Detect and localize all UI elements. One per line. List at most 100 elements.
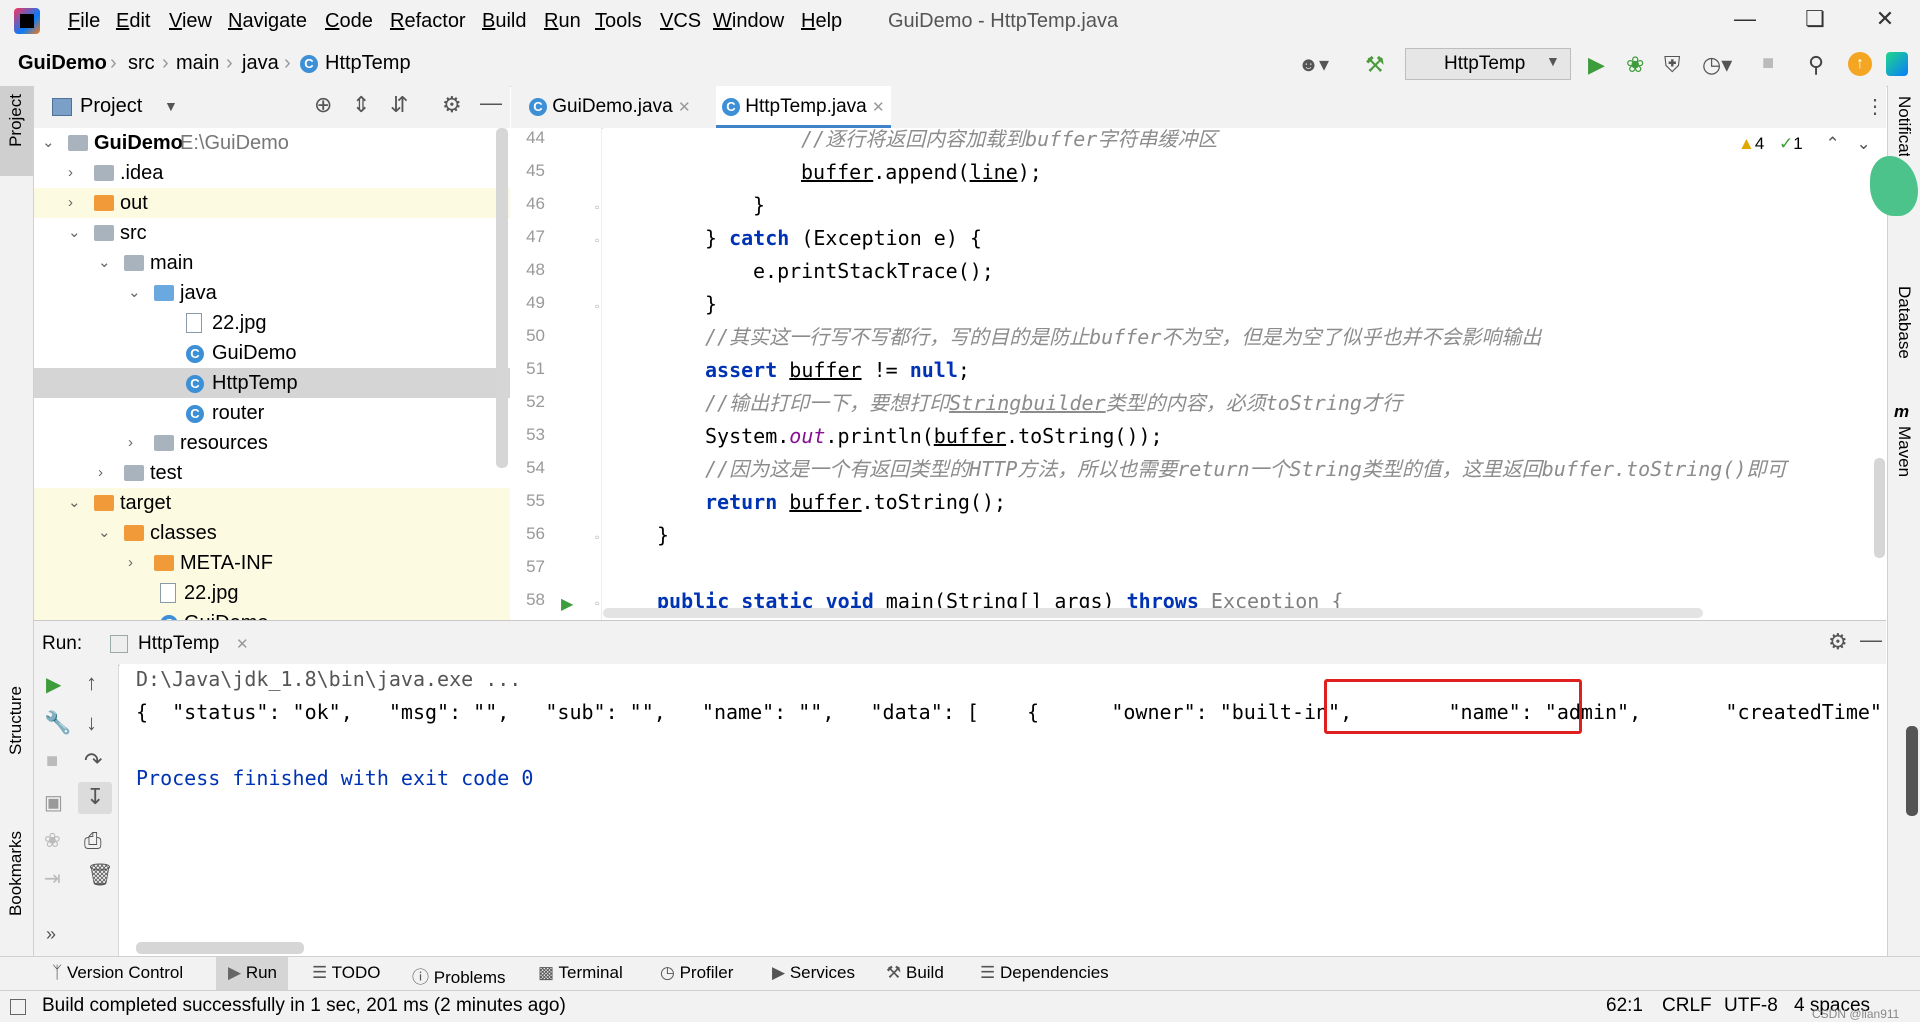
exit-icon[interactable]: ⇥ <box>44 866 61 891</box>
tree-item[interactable]: ⌄ java <box>34 278 510 308</box>
menu-help[interactable]: Help <box>801 10 842 33</box>
close-window-icon[interactable]: ✕ <box>1865 6 1905 36</box>
close-icon[interactable]: ✕ <box>678 99 691 116</box>
menu-file[interactable]: File <box>68 10 100 33</box>
project-tool-tab[interactable]: Project <box>0 86 33 176</box>
tree-item[interactable]: C GuiDemo <box>34 608 510 620</box>
tool-services[interactable]: ▶ Services <box>772 963 855 983</box>
breadcrumb-main[interactable]: main <box>176 52 219 75</box>
chevron-right-icon[interactable]: › <box>98 458 103 488</box>
menu-view[interactable]: View <box>169 10 212 33</box>
database-tool-label[interactable]: Database <box>1894 286 1914 359</box>
tree-item[interactable]: › resources <box>34 428 510 458</box>
tree-item[interactable]: › .idea <box>34 158 510 188</box>
tab-httptemp[interactable]: C HttpTemp.java ✕ <box>716 86 891 128</box>
menu-refactor[interactable]: Refactor <box>390 10 466 33</box>
tool-windows-toggle-icon[interactable] <box>10 999 26 1015</box>
close-icon[interactable]: ✕ <box>872 99 885 116</box>
chevron-down-icon[interactable]: ▼ <box>164 98 178 114</box>
menu-build[interactable]: Build <box>482 10 526 33</box>
code-editor[interactable]: //逐行将返回内容加载到buffer字符串缓冲区 buffer.append(l… <box>603 128 1873 620</box>
run-configuration-select[interactable]: HttpTemp ▼ <box>1405 48 1571 80</box>
tree-item[interactable]: ⌄ classes <box>34 518 510 548</box>
hide-panel-icon[interactable]: — <box>1860 627 1882 653</box>
scroll-to-end-button[interactable]: ↧ <box>78 782 112 814</box>
restore-icon[interactable]: ❏ <box>1795 6 1835 36</box>
structure-tool-label[interactable]: Structure <box>6 686 26 755</box>
editor-horizontal-scrollbar[interactable] <box>603 608 1703 618</box>
cursor-position[interactable]: 62:1 <box>1606 995 1643 1017</box>
menu-window[interactable]: Window <box>713 10 784 33</box>
tree-item[interactable]: C GuiDemo <box>34 338 510 368</box>
breadcrumb-java[interactable]: java <box>242 52 279 75</box>
gear-icon[interactable]: ⚙ <box>1828 629 1848 655</box>
bookmarks-tool-label[interactable]: Bookmarks <box>6 831 26 916</box>
rerun-icon[interactable]: ▶ <box>46 672 61 697</box>
tab-guidemo[interactable]: C GuiDemo.java ✕ <box>523 86 697 128</box>
tool-dependencies[interactable]: ☰ Dependencies <box>980 963 1109 983</box>
tree-item[interactable]: ⌄ GuiDemo E:\GuiDemo <box>34 128 510 158</box>
fold-icon[interactable]: ▫ <box>595 530 599 544</box>
notifications-tool-label[interactable]: Notifications <box>1894 96 1914 156</box>
profile-icon[interactable]: ◷▾ <box>1702 52 1732 78</box>
project-panel-title[interactable]: Project <box>80 95 142 118</box>
tool-version-control[interactable]: ᛉ Version Control <box>52 963 183 983</box>
tool-profiler[interactable]: ◷ Profiler <box>660 963 733 983</box>
tree-item[interactable]: › META-INF <box>34 548 510 578</box>
user-icon[interactable]: ☻▾ <box>1298 52 1329 77</box>
breadcrumb-project[interactable]: GuiDemo <box>18 52 107 75</box>
chevron-right-icon[interactable]: › <box>128 428 133 458</box>
gear-icon[interactable]: ⚙ <box>442 92 462 118</box>
chevron-right-icon[interactable]: › <box>128 548 133 578</box>
stop-icon[interactable]: ■ <box>46 750 58 773</box>
chevron-right-icon[interactable]: › <box>68 158 73 188</box>
right-scrollbar[interactable] <box>1906 726 1918 816</box>
locate-icon[interactable]: ⊕ <box>314 92 332 118</box>
maven-tool-label[interactable]: Maven <box>1894 426 1914 477</box>
tool-problems[interactable]: ⓘ Problems <box>412 963 506 988</box>
tree-item[interactable]: ⌄ src <box>34 218 510 248</box>
tree-item-selected[interactable]: C HttpTemp <box>34 368 510 398</box>
more-options-icon[interactable]: ⋮ <box>1865 94 1885 119</box>
fold-icon[interactable]: ▫ <box>595 200 599 214</box>
collapse-all-icon[interactable]: ⇵ <box>390 92 408 118</box>
tree-item[interactable]: ⌄ target <box>34 488 510 518</box>
chevron-down-icon[interactable]: ⌄ <box>68 488 81 518</box>
scroll-thumb[interactable] <box>1874 458 1885 558</box>
expand-all-icon[interactable]: ⇕ <box>352 92 370 118</box>
status-message[interactable]: Build completed successfully in 1 sec, 2… <box>42 995 566 1017</box>
tree-scrollbar[interactable] <box>496 128 508 468</box>
trash-icon[interactable]: 🗑 <box>86 862 114 888</box>
tree-item[interactable]: 22.jpg <box>34 308 510 338</box>
arrow-down-icon[interactable]: ↓ <box>86 710 97 736</box>
update-icon[interactable]: ↑ <box>1848 52 1872 76</box>
minimize-icon[interactable]: — <box>1725 6 1765 36</box>
intellij-logo-icon[interactable] <box>14 8 40 34</box>
debug-icon[interactable]: ❀ <box>1626 52 1644 78</box>
build-hammer-icon[interactable]: ⚒ <box>1365 52 1385 78</box>
stop-icon[interactable]: ■ <box>1762 52 1774 75</box>
menu-code[interactable]: Code <box>325 10 373 33</box>
arrow-up-icon[interactable]: ↑ <box>86 670 97 696</box>
tree-item[interactable]: › test <box>34 458 510 488</box>
search-icon[interactable]: ⚲ <box>1808 52 1824 78</box>
inspection-widget[interactable]: ▲4 ✓1 ⌃ ⌄ <box>1738 134 1871 154</box>
chevron-down-icon[interactable]: ⌄ <box>98 248 111 278</box>
chevron-down-icon[interactable]: ⌄ <box>98 518 111 548</box>
more-icon[interactable]: » <box>46 924 56 945</box>
menu-run[interactable]: Run <box>544 10 581 33</box>
chevron-down-icon[interactable]: ⌄ <box>42 128 55 158</box>
tool-terminal[interactable]: ▩ Terminal <box>538 963 623 983</box>
hide-panel-icon[interactable]: — <box>480 90 502 116</box>
tool-build[interactable]: ⚒ Build <box>886 963 944 983</box>
chevron-right-icon[interactable]: › <box>68 188 73 218</box>
run-tab-label[interactable]: HttpTemp <box>138 633 219 655</box>
menu-edit[interactable]: Edit <box>116 10 150 33</box>
tree-item[interactable]: › out <box>34 188 510 218</box>
print-icon[interactable]: ⎙ <box>84 828 102 854</box>
fold-icon[interactable]: ▫ <box>595 233 599 247</box>
fold-icon[interactable]: ▫ <box>595 299 599 313</box>
menu-navigate[interactable]: Navigate <box>228 10 307 33</box>
soft-wrap-icon[interactable]: ↷ <box>84 748 102 774</box>
camera-icon[interactable]: ▣ <box>44 790 63 815</box>
